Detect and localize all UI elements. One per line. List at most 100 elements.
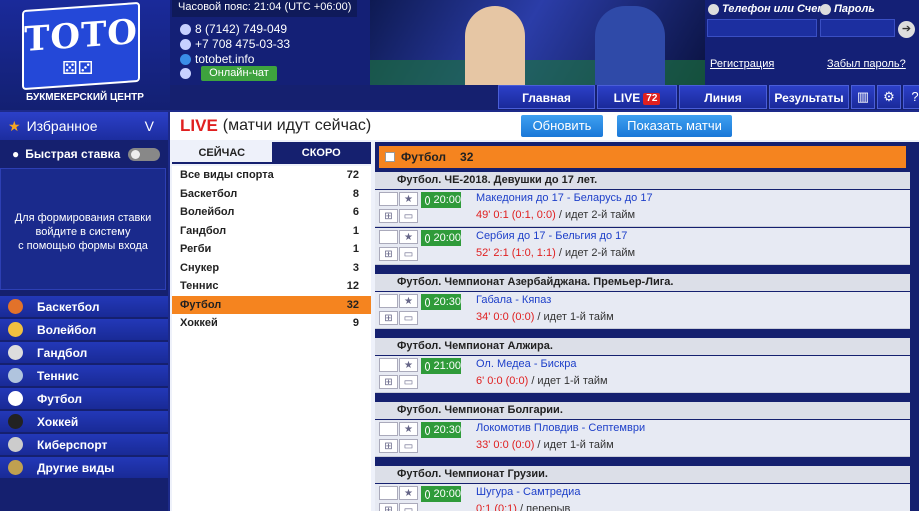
match-select-checkbox[interactable] <box>379 230 398 244</box>
match-teams[interactable]: Сербия до 17 - Бельгия до 17 <box>476 230 627 242</box>
favorites-label: Избранное <box>26 118 98 134</box>
field-icon[interactable]: ⊞ <box>379 439 398 453</box>
monitor-icon[interactable]: ▭ <box>399 311 418 325</box>
settings-icon[interactable]: ⚙ <box>877 85 901 109</box>
favorite-star-icon[interactable]: ★ <box>399 294 418 308</box>
sidebar-item-sport[interactable]: Волейбол <box>0 319 168 340</box>
online-chat-button[interactable]: Онлайн-чат <box>201 66 277 81</box>
match-teams[interactable]: Ол. Медеа - Бискра <box>476 358 576 370</box>
match-row[interactable]: ★ ⊞ ▭ 20:00 Македония до 17 - Беларусь до 17… <box>375 190 910 227</box>
sport-list-item[interactable]: Хоккей 9 <box>172 314 371 333</box>
quick-bet-toggle[interactable] <box>128 148 160 161</box>
password-input[interactable] <box>820 19 895 37</box>
password-label: Пароль <box>820 3 875 15</box>
sidebar-item-sport[interactable]: Гандбол <box>0 342 168 363</box>
match-time: 20:30 <box>421 422 461 438</box>
field-icon[interactable]: ⊞ <box>379 209 398 223</box>
refresh-button[interactable]: Обновить <box>521 115 603 137</box>
field-icon[interactable]: ⊞ <box>379 503 398 511</box>
monitor-icon[interactable]: ▭ <box>399 503 418 511</box>
favorite-star-icon[interactable]: ★ <box>399 358 418 372</box>
field-icon[interactable]: ⊞ <box>379 311 398 325</box>
match-select-checkbox[interactable] <box>379 486 398 500</box>
sport-list-item[interactable]: Волейбол 6 <box>172 203 371 222</box>
favorites-button[interactable]: ★ Избранное V <box>0 112 168 140</box>
sidebar-item-sport[interactable]: Баскетбол <box>0 296 168 317</box>
live-count-badge: 72 <box>643 92 661 105</box>
tab-soon[interactable]: СКОРО <box>271 142 371 164</box>
match-select-checkbox[interactable] <box>379 422 398 436</box>
sport-list-item[interactable]: Баскетбол 8 <box>172 185 371 204</box>
login-message-line-1: Для формирования ставки <box>14 212 152 224</box>
sport-list-item[interactable]: Снукер 3 <box>172 259 371 278</box>
favorite-star-icon[interactable]: ★ <box>399 192 418 206</box>
sport-list-item[interactable]: Гандбол 1 <box>172 222 371 241</box>
match-select-checkbox[interactable] <box>379 192 398 206</box>
monitor-icon[interactable]: ▭ <box>399 439 418 453</box>
sport-header[interactable]: Футбол 32 <box>379 146 906 168</box>
sport-list-item[interactable]: Все виды спорта 72 <box>172 166 371 185</box>
nav-live-label: LIVE <box>613 91 641 105</box>
timezone: Часовой пояс: 21:04 (UTC +06:00) <box>172 0 358 17</box>
website-row[interactable]: totobet.info <box>180 52 254 66</box>
match-time: 20:00 <box>421 486 461 502</box>
user-icon <box>708 3 719 15</box>
whatsapp-icon <box>180 38 191 50</box>
stats-icon[interactable]: ▥ <box>851 85 875 109</box>
monitor-icon[interactable]: ▭ <box>399 247 418 261</box>
sport-list-item[interactable]: Регби 1 <box>172 240 371 259</box>
match-teams[interactable]: Габала - Кяпаз <box>476 294 551 306</box>
login-message: Для формирования ставки войдите в систем… <box>0 168 166 290</box>
logo[interactable]: TOTO ⚄⚂ БУКМЕКЕРСКИЙ ЦЕНТР <box>0 0 170 110</box>
sport-list-item[interactable]: Футбол 32 <box>172 295 371 314</box>
match-teams[interactable]: Македония до 17 - Беларусь до 17 <box>476 192 653 204</box>
sport-list-item[interactable]: Теннис 12 <box>172 277 371 296</box>
sidebar-item-sport[interactable]: Теннис <box>0 365 168 386</box>
match-teams[interactable]: Локомотив Пловдив - Септември <box>476 422 645 434</box>
monitor-icon[interactable]: ▭ <box>399 375 418 389</box>
match-row[interactable]: ★ ⊞ ▭ 21:00 Ол. Медеа - Бискра 6' 0:0 (0:0) /… <box>375 356 910 393</box>
login-submit-button[interactable]: ➔ <box>898 21 915 38</box>
favorite-star-icon[interactable]: ★ <box>399 230 418 244</box>
match-select-checkbox[interactable] <box>379 294 398 308</box>
help-icon[interactable]: ? <box>903 85 919 109</box>
gamepad-icon <box>8 437 23 452</box>
trophy-icon <box>8 460 23 475</box>
clock-icon <box>425 361 431 371</box>
match-score: 6' 0:0 (0:0) <box>476 375 529 387</box>
sport-list-count: 8 <box>352 187 359 200</box>
match-teams[interactable]: Шугура - Самтредиа <box>476 486 580 498</box>
nav-live[interactable]: LIVE 72 <box>597 85 677 109</box>
sidebar-item-sport[interactable]: Киберспорт <box>0 434 168 455</box>
login-input[interactable] <box>707 19 817 37</box>
sidebar-item-label: Киберспорт <box>37 437 108 452</box>
monitor-icon[interactable]: ▭ <box>399 209 418 223</box>
match-row[interactable]: ★ ⊞ ▭ 20:00 Шугура - Самтредиа 0:1 (0:1) / пе… <box>375 484 910 511</box>
promo-banner[interactable] <box>370 0 705 85</box>
league-header: Футбол. Чемпионат Грузии. <box>375 466 910 483</box>
tab-now[interactable]: СЕЙЧАС <box>172 142 272 164</box>
match-select-checkbox[interactable] <box>379 358 398 372</box>
field-icon[interactable]: ⊞ <box>379 375 398 389</box>
sidebar-item-sport[interactable]: Футбол <box>0 388 168 409</box>
website[interactable]: totobet.info <box>195 52 254 66</box>
match-row[interactable]: ★ ⊞ ▭ 20:30 Локомотив Пловдив - Септември 33'… <box>375 420 910 457</box>
nav-results[interactable]: Результаты <box>769 85 849 109</box>
favorite-star-icon[interactable]: ★ <box>399 486 418 500</box>
select-checkbox[interactable] <box>385 152 395 162</box>
quick-bet-row: ● Быстрая ставка <box>0 142 168 166</box>
match-score-row: 34' 0:0 (0:0) / идет 1-й тайм <box>476 311 614 323</box>
match-score-row: 6' 0:0 (0:0) / идет 1-й тайм <box>476 375 608 387</box>
sidebar-item-sport[interactable]: Другие виды <box>0 457 168 478</box>
favorite-star-icon[interactable]: ★ <box>399 422 418 436</box>
sidebar-item-sport[interactable]: Хоккей <box>0 411 168 432</box>
match-row[interactable]: ★ ⊞ ▭ 20:30 Габала - Кяпаз 34' 0:0 (0:0) / ид… <box>375 292 910 329</box>
show-matches-button[interactable]: Показать матчи <box>617 115 732 137</box>
nav-line[interactable]: Линия <box>679 85 767 109</box>
nav-main[interactable]: Главная <box>498 85 595 109</box>
register-link[interactable]: Регистрация <box>710 58 774 70</box>
sport-header-count: 32 <box>460 150 474 164</box>
field-icon[interactable]: ⊞ <box>379 247 398 261</box>
forgot-password-link[interactable]: Забыл пароль? <box>827 58 906 70</box>
match-row[interactable]: ★ ⊞ ▭ 20:00 Сербия до 17 - Бельгия до 17 52' … <box>375 228 910 265</box>
